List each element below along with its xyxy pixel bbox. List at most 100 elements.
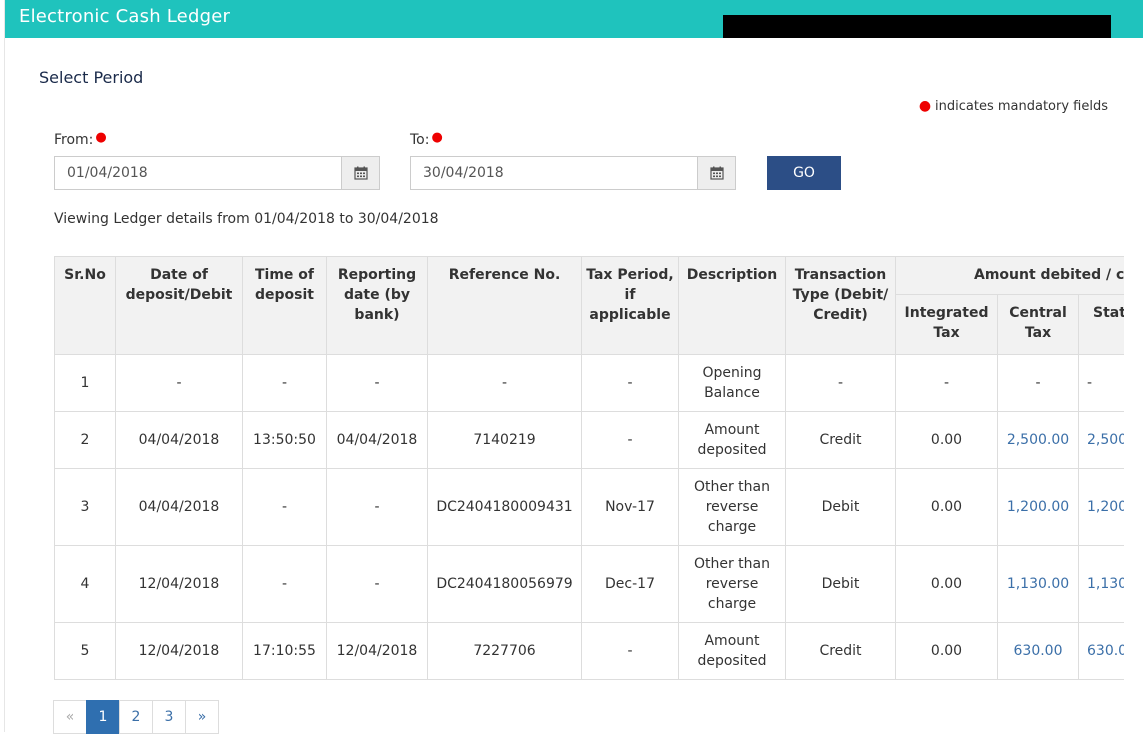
cell-description: Amount deposited: [678, 622, 786, 680]
cell-date: 04/04/2018: [115, 411, 243, 469]
table-row: 4 12/04/2018- - DC2404180056979 Dec-17 Other …: [54, 545, 1124, 623]
page-frame: Electronic Cash Ledger Select Period ● in…: [4, 0, 1143, 734]
to-date-field[interactable]: 30/04/2018: [410, 156, 736, 190]
cell-time: -: [242, 354, 327, 412]
cell-reporting: 04/04/2018: [326, 411, 428, 469]
from-label: From: ●: [54, 130, 107, 148]
cell-reference: DC2404180056979: [427, 545, 582, 623]
cell-date: 04/04/2018: [115, 468, 243, 546]
cell-date: 12/04/2018: [115, 622, 243, 680]
table-row: 1- - - - - Opening Balance - - - -: [54, 354, 1124, 412]
cell-time: -: [242, 545, 327, 623]
ledger-table-body: 1- - - - - Opening Balance - - - -2 04/04/2018 13:5…: [54, 354, 1124, 680]
go-button[interactable]: GO: [767, 156, 841, 190]
mandatory-note: ● indicates mandatory fields: [919, 98, 1108, 114]
table-row: 2 04/04/2018 13:50:50 04/04/2018 7140219- Amo…: [54, 411, 1124, 469]
ledger-table-container[interactable]: Sr.No Date of deposit/Debit Time of depo…: [54, 256, 1124, 680]
header-reference: Reference No.: [427, 256, 582, 355]
cell-reporting: -: [326, 354, 428, 412]
cell-central[interactable]: 630.00: [997, 622, 1079, 680]
cell-tax-period: -: [581, 354, 679, 412]
header-amount-group: Amount debited / c: [895, 256, 1124, 295]
calendar-icon[interactable]: [341, 157, 379, 189]
cell-tax-period: Nov-17: [581, 468, 679, 546]
cell-integrated: 0.00: [895, 545, 998, 623]
cell-tax-period: Dec-17: [581, 545, 679, 623]
cell-state[interactable]: 1,200.00: [1078, 468, 1124, 546]
cell-state[interactable]: 2,500.00: [1078, 411, 1124, 469]
cell-reference: -: [427, 354, 582, 412]
cell-central: -: [997, 354, 1079, 412]
cell-date: -: [115, 354, 243, 412]
cell-description: Other than reverse charge: [678, 545, 786, 623]
cell-reporting: 12/04/2018: [326, 622, 428, 680]
cell-reporting: -: [326, 545, 428, 623]
header-description: Description: [678, 256, 786, 355]
cell-central[interactable]: 2,500.00: [997, 411, 1079, 469]
cell-description: Opening Balance: [678, 354, 786, 412]
cell-type: Debit: [785, 545, 896, 623]
from-date-input[interactable]: 01/04/2018: [55, 157, 341, 189]
pagination-prev[interactable]: «: [53, 700, 87, 734]
page-header: Electronic Cash Ledger: [5, 0, 1143, 38]
cell-reference: 7140219: [427, 411, 582, 469]
header-date: Date of deposit/Debit: [115, 256, 243, 355]
pagination-page-1[interactable]: 1: [86, 700, 120, 734]
viewing-summary: Viewing Ledger details from 01/04/2018 t…: [54, 211, 439, 227]
from-label-text: From:: [54, 132, 94, 148]
cell-central[interactable]: 1,130.00: [997, 545, 1079, 623]
required-dot-icon: ●: [918, 98, 932, 114]
pagination-next[interactable]: »: [185, 700, 219, 734]
cell-tax-period: -: [581, 622, 679, 680]
cell-srno: 4: [54, 545, 116, 623]
cell-state[interactable]: 630.00: [1078, 622, 1124, 680]
cell-type: Credit: [785, 411, 896, 469]
header-srno: Sr.No: [54, 256, 116, 355]
redacted-area: [723, 15, 1111, 38]
header-time: Time of deposit: [242, 256, 327, 355]
cell-type: -: [785, 354, 896, 412]
cell-reference: 7227706: [427, 622, 582, 680]
cell-time: 13:50:50: [242, 411, 327, 469]
cell-type: Debit: [785, 468, 896, 546]
mandatory-note-text: indicates mandatory fields: [935, 99, 1108, 114]
cell-srno: 5: [54, 622, 116, 680]
table-row: 5 12/04/2018 17:10:55 12/04/2018 7227706- Amo…: [54, 622, 1124, 680]
header-integrated-tax: Integrated Tax: [895, 294, 998, 355]
to-date-input[interactable]: 30/04/2018: [411, 157, 697, 189]
cell-reference: DC2404180009431: [427, 468, 582, 546]
cell-central[interactable]: 1,200.00: [997, 468, 1079, 546]
to-label-text: To:: [410, 132, 430, 148]
cell-type: Credit: [785, 622, 896, 680]
required-asterisk-icon: ●: [431, 130, 443, 145]
section-title: Select Period: [39, 68, 144, 87]
ledger-table: Sr.No Date of deposit/Debit Time of depo…: [54, 256, 1124, 680]
header-transaction-type: Transaction Type (Debit/ Credit): [785, 256, 896, 355]
cell-description: Amount deposited: [678, 411, 786, 469]
cell-time: -: [242, 468, 327, 546]
cell-state[interactable]: 1,130.00: [1078, 545, 1124, 623]
pagination: « 1 2 3 »: [53, 700, 219, 734]
cell-description: Other than reverse charge: [678, 468, 786, 546]
cell-integrated: -: [895, 354, 998, 412]
to-label: To: ●: [410, 130, 443, 148]
cell-integrated: 0.00: [895, 622, 998, 680]
header-central-tax: Central Tax: [997, 294, 1079, 355]
calendar-icon[interactable]: [697, 157, 735, 189]
cell-date: 12/04/2018: [115, 545, 243, 623]
cell-reporting: -: [326, 468, 428, 546]
pagination-page-3[interactable]: 3: [152, 700, 186, 734]
header-state-tax: State Tax: [1078, 294, 1124, 355]
pagination-page-2[interactable]: 2: [119, 700, 153, 734]
from-date-field[interactable]: 01/04/2018: [54, 156, 380, 190]
cell-integrated: 0.00: [895, 411, 998, 469]
cell-srno: 3: [54, 468, 116, 546]
cell-tax-period: -: [581, 411, 679, 469]
header-reporting-date: Reporting date (by bank): [326, 256, 428, 355]
table-row: 3 04/04/2018- - DC2404180009431 Nov-17 Other …: [54, 468, 1124, 546]
cell-integrated: 0.00: [895, 468, 998, 546]
header-tax-period: Tax Period, if applicable: [581, 256, 679, 355]
cell-time: 17:10:55: [242, 622, 327, 680]
cell-state: -: [1078, 354, 1124, 412]
required-asterisk-icon: ●: [95, 130, 107, 145]
